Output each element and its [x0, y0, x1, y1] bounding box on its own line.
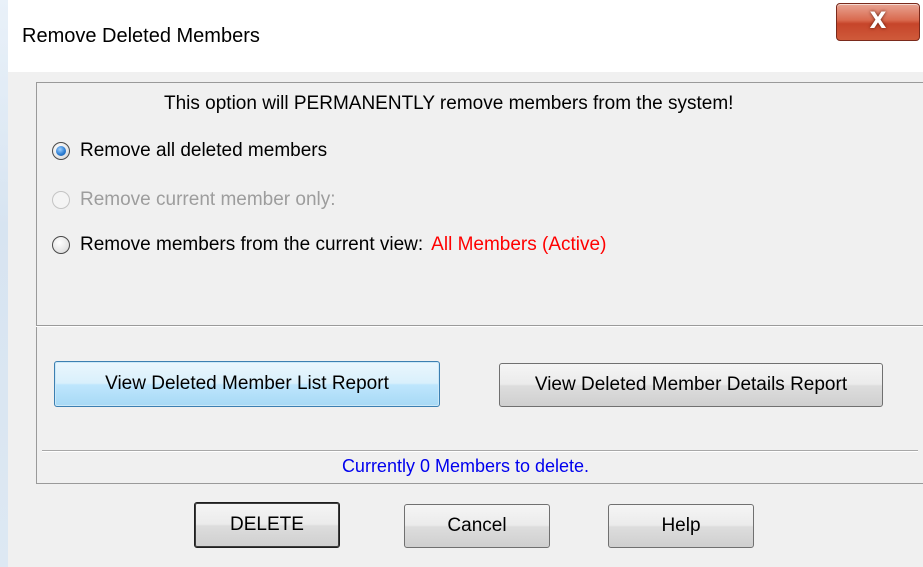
option-remove-current: Remove current member only:: [52, 189, 336, 211]
view-list-report-button[interactable]: View Deleted Member List Report: [54, 361, 440, 407]
status-separator: [42, 450, 918, 452]
option-remove-view[interactable]: Remove members from the current view: Al…: [52, 234, 606, 256]
option-remove-all[interactable]: Remove all deleted members: [52, 140, 327, 162]
help-button[interactable]: Help: [608, 504, 754, 548]
option-remove-current-label: Remove current member only:: [80, 189, 336, 210]
section-divider: [36, 325, 923, 327]
cancel-button[interactable]: Cancel: [404, 504, 550, 548]
radio-remove-all[interactable]: [52, 142, 70, 160]
option-remove-all-label: Remove all deleted members: [80, 140, 328, 161]
delete-button[interactable]: DELETE: [194, 502, 340, 548]
option-remove-view-label: Remove members from the current view:: [80, 234, 424, 255]
warning-message: This option will PERMANENTLY remove memb…: [164, 93, 734, 114]
close-button[interactable]: X: [836, 3, 920, 41]
view-details-report-button[interactable]: View Deleted Member Details Report: [499, 363, 883, 407]
dialog-window: Remove Deleted Members X This option wil…: [8, 0, 923, 567]
radio-remove-view[interactable]: [52, 236, 70, 254]
radio-remove-current: [52, 191, 70, 209]
status-message: Currently 0 Members to delete.: [341, 456, 590, 476]
background-window-edge: [0, 0, 8, 567]
current-view-name: All Members (Active): [431, 234, 607, 255]
window-title: Remove Deleted Members: [22, 25, 260, 47]
close-icon: X: [869, 9, 887, 34]
title-bar: Remove Deleted Members X: [8, 0, 923, 72]
